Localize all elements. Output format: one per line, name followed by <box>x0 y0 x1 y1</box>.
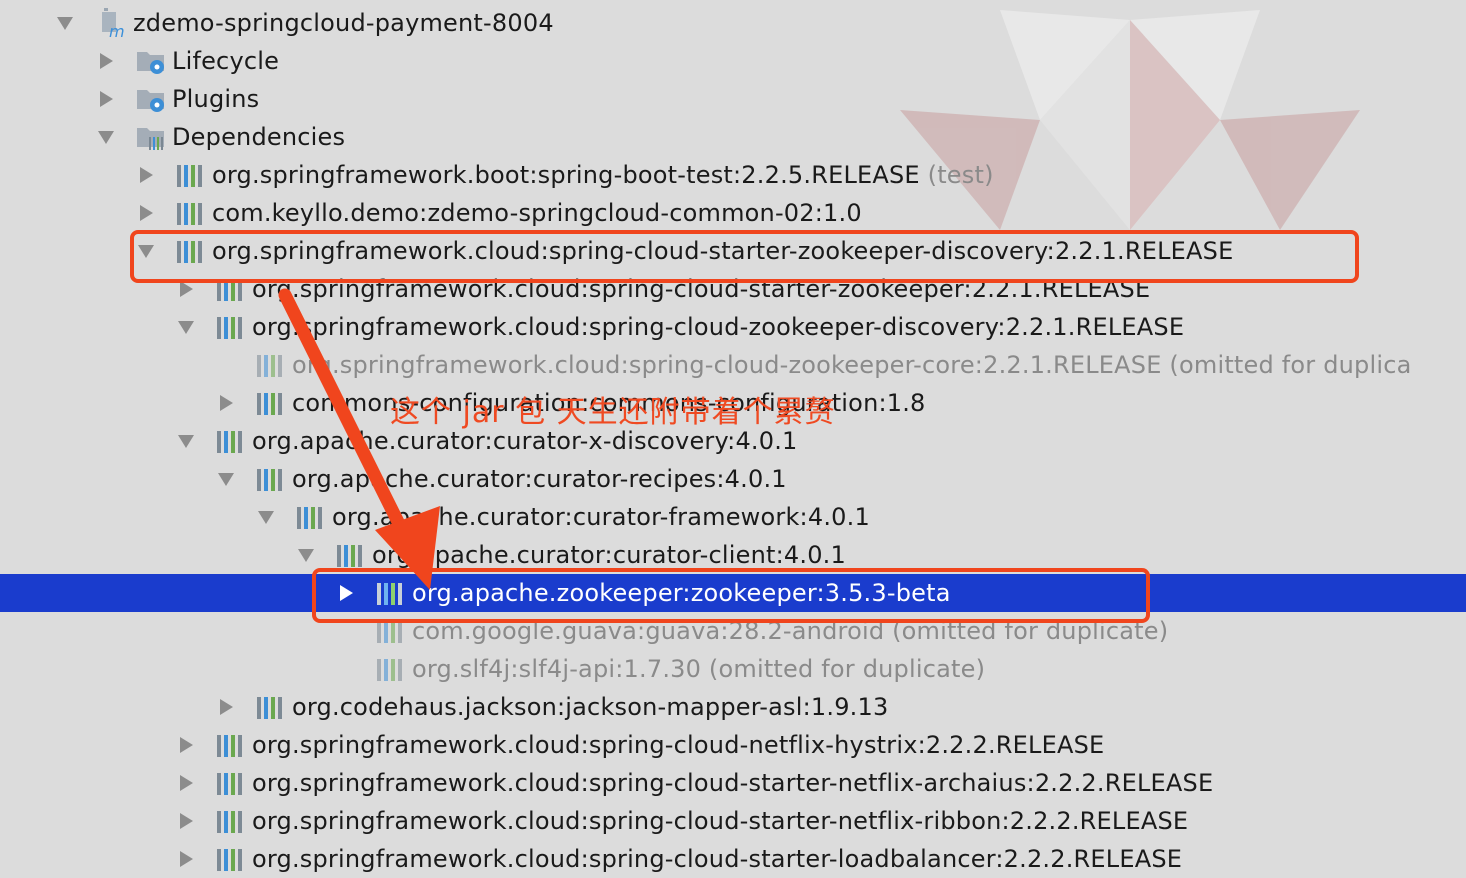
tree-row-plugins[interactable]: Plugins <box>0 80 1466 118</box>
library-bars-icon <box>257 469 282 491</box>
triangle-down-icon[interactable] <box>177 318 195 336</box>
tree-row-dependency-omitted[interactable]: org.slf4j:slf4j-api:1.7.30 (omitted for … <box>0 650 1466 688</box>
dependency-label: org.slf4j:slf4j-api:1.7.30 (omitted for … <box>412 655 986 683</box>
maven-plugins-folder-icon <box>137 90 164 112</box>
tree-row-dependency[interactable]: org.springframework.cloud:spring-cloud-s… <box>0 802 1466 840</box>
module-name: zdemo-springcloud-payment-8004 <box>133 9 554 37</box>
dependency-label: org.springframework.cloud:spring-cloud-s… <box>252 807 1189 835</box>
dependency-label: com.keyllo.demo:zdemo-springcloud-common… <box>212 199 862 227</box>
tree-row-module[interactable]: m zdemo-springcloud-payment-8004 <box>0 4 1466 42</box>
library-bars-icon <box>217 735 242 757</box>
tree-row-dependency[interactable]: org.springframework.cloud:spring-cloud-s… <box>0 764 1466 802</box>
library-bars-icon <box>177 203 202 225</box>
tree-row-dependency[interactable]: org.apache.curator:curator-recipes:4.0.1 <box>0 460 1466 498</box>
scope-suffix: (test) <box>919 161 994 189</box>
dependency-label: com.google.guava:guava:28.2-android (omi… <box>412 617 1169 645</box>
tree-row-dependency[interactable]: org.springframework.cloud:spring-cloud-s… <box>0 270 1466 308</box>
library-bars-icon <box>177 241 202 263</box>
tree-row-dependency[interactable]: com.keyllo.demo:zdemo-springcloud-common… <box>0 194 1466 232</box>
tree-row-dependency-omitted[interactable]: com.google.guava:guava:28.2-android (omi… <box>0 612 1466 650</box>
triangle-right-icon[interactable] <box>137 166 155 184</box>
triangle-right-icon[interactable] <box>217 394 235 412</box>
dependency-label: org.springframework.cloud:spring-cloud-z… <box>252 313 1185 341</box>
triangle-right-icon[interactable] <box>137 204 155 222</box>
library-bars-icon <box>217 279 242 301</box>
dependency-label: org.springframework.cloud:spring-cloud-z… <box>292 351 1412 379</box>
maven-module-icon: m <box>102 8 125 38</box>
triangle-down-icon[interactable] <box>137 242 155 260</box>
omitted-suffix: (omitted for duplica <box>1161 351 1412 379</box>
triangle-right-icon[interactable] <box>177 850 195 868</box>
triangle-down-icon[interactable] <box>177 432 195 450</box>
maven-dependency-tree: m zdemo-springcloud-payment-8004 Lifecyc… <box>0 0 1466 873</box>
triangle-down-icon[interactable] <box>217 470 235 488</box>
library-bars-icon <box>217 811 242 833</box>
tree-row-dependency[interactable]: org.springframework.cloud:spring-cloud-s… <box>0 840 1466 878</box>
library-bars-icon <box>217 849 242 871</box>
triangle-right-icon[interactable] <box>177 736 195 754</box>
tree-row-lifecycle[interactable]: Lifecycle <box>0 42 1466 80</box>
triangle-right-icon[interactable] <box>177 774 195 792</box>
library-bars-icon <box>257 393 282 415</box>
svg-text:m: m <box>109 22 125 38</box>
dependency-label: org.springframework.cloud:spring-cloud-s… <box>212 237 1234 265</box>
tree-row-dependency[interactable]: org.springframework.boot:spring-boot-tes… <box>0 156 1466 194</box>
tree-row-dependency[interactable]: org.apache.curator:curator-framework:4.0… <box>0 498 1466 536</box>
dependency-label: org.springframework.cloud:spring-cloud-s… <box>252 769 1214 797</box>
triangle-right-icon[interactable] <box>177 812 195 830</box>
maven-dependencies-folder-icon <box>137 128 164 150</box>
tree-row-dependency-omitted[interactable]: org.springframework.cloud:spring-cloud-z… <box>0 346 1466 384</box>
annotation-text: 这个 jar 包 天生还附带着个累赘 <box>390 395 836 430</box>
library-bars-icon <box>297 507 322 529</box>
triangle-down-icon[interactable] <box>297 546 315 564</box>
tree-item-label: Dependencies <box>172 123 346 151</box>
library-bars-icon <box>377 659 402 681</box>
library-bars-icon <box>257 355 282 377</box>
maven-lifecycle-folder-icon <box>137 52 164 74</box>
triangle-right-icon[interactable] <box>97 90 115 108</box>
dependency-label: org.codehaus.jackson:jackson-mapper-asl:… <box>292 693 889 721</box>
tree-row-dependency-selected[interactable]: org.apache.zookeeper:zookeeper:3.5.3-bet… <box>0 574 1466 612</box>
tree-row-dependency[interactable]: org.codehaus.jackson:jackson-mapper-asl:… <box>0 688 1466 726</box>
tree-row-dependency[interactable]: org.springframework.cloud:spring-cloud-z… <box>0 308 1466 346</box>
dependency-label: org.apache.curator:curator-x-discovery:4… <box>252 427 798 455</box>
tree-row-dependencies[interactable]: Dependencies <box>0 118 1466 156</box>
triangle-down-icon[interactable] <box>97 128 115 146</box>
dependency-label: org.apache.curator:curator-recipes:4.0.1 <box>292 465 787 493</box>
library-bars-icon <box>217 317 242 339</box>
tree-row-dependency[interactable]: org.springframework.cloud:spring-cloud-s… <box>0 232 1466 270</box>
library-bars-icon <box>177 165 202 187</box>
tree-row-dependency[interactable]: org.apache.curator:curator-client:4.0.1 <box>0 536 1466 574</box>
tree-row-dependency[interactable]: org.springframework.cloud:spring-cloud-n… <box>0 726 1466 764</box>
triangle-down-icon[interactable] <box>257 508 275 526</box>
triangle-down-icon[interactable] <box>56 14 74 32</box>
dependency-label: org.springframework.cloud:spring-cloud-s… <box>252 275 1151 303</box>
library-bars-icon <box>217 773 242 795</box>
tree-item-label: Lifecycle <box>172 47 280 75</box>
dependency-label: org.apache.curator:curator-client:4.0.1 <box>372 541 846 569</box>
dependency-label: org.springframework.boot:spring-boot-tes… <box>212 161 994 189</box>
dependency-label: org.springframework.cloud:spring-cloud-s… <box>252 845 1183 873</box>
triangle-right-icon[interactable] <box>177 280 195 298</box>
library-bars-icon <box>217 431 242 453</box>
triangle-right-icon[interactable] <box>97 52 115 70</box>
library-bars-icon <box>377 583 402 605</box>
library-bars-icon <box>377 621 402 643</box>
dependency-label: org.apache.curator:curator-framework:4.0… <box>332 503 870 531</box>
library-bars-icon <box>337 545 362 567</box>
dependency-label: org.apache.zookeeper:zookeeper:3.5.3-bet… <box>412 579 951 607</box>
library-bars-icon <box>257 697 282 719</box>
dependency-label: org.springframework.cloud:spring-cloud-n… <box>252 731 1105 759</box>
omitted-suffix: (omitted for duplicate) <box>884 617 1169 645</box>
triangle-right-icon[interactable] <box>337 584 355 602</box>
omitted-suffix: (omitted for duplicate) <box>701 655 986 683</box>
triangle-right-icon[interactable] <box>217 698 235 716</box>
tree-item-label: Plugins <box>172 85 260 113</box>
